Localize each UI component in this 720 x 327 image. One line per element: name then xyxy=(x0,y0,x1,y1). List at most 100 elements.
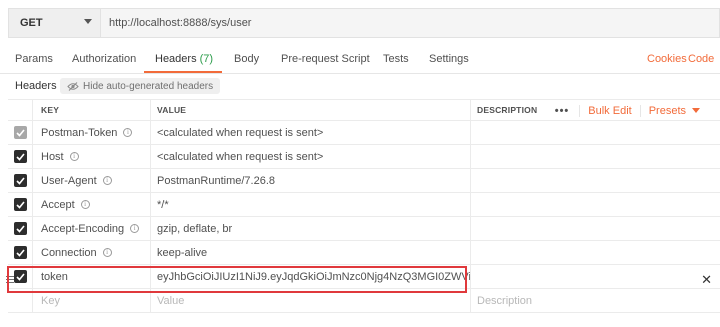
column-key: KEY xyxy=(32,100,150,120)
row-description-cell[interactable] xyxy=(470,265,720,288)
row-key-cell[interactable]: Postman-Token i xyxy=(32,121,150,144)
checkmark-icon xyxy=(15,272,25,281)
row-checkbox[interactable] xyxy=(13,222,27,235)
info-icon[interactable]: i xyxy=(130,224,140,233)
new-key-input[interactable]: Key xyxy=(32,289,150,312)
checkmark-icon xyxy=(15,224,25,233)
row-key-cell[interactable]: Accept i xyxy=(32,193,150,216)
presets-dropdown[interactable]: Presets xyxy=(639,105,708,117)
row-description-cell[interactable] xyxy=(470,193,720,216)
info-icon[interactable]: i xyxy=(80,200,90,209)
more-options-button[interactable]: ••• xyxy=(555,105,580,117)
row-description-cell[interactable] xyxy=(470,121,720,144)
tab-authorization[interactable]: Authorization xyxy=(72,53,136,65)
row-value-cell[interactable]: eyJhbGciOiJIUzI1NiJ9.eyJqdGkiOiJmNzc0Njg… xyxy=(150,265,470,288)
tab-headers[interactable]: Headers (7) xyxy=(155,53,213,65)
row-check-cell xyxy=(8,289,32,312)
table-row: User-Agent i PostmanRuntime/7.26.8 xyxy=(8,169,720,193)
table-row-new: Key Value Description xyxy=(8,289,720,313)
cookies-link[interactable]: Cookies xyxy=(647,53,687,65)
table-row: Host i <calculated when request is sent> xyxy=(8,145,720,169)
request-url-bar: GET http://localhost:8888/sys/user xyxy=(8,8,720,38)
row-check-cell xyxy=(8,121,32,144)
row-key-cell[interactable]: Accept-Encoding i xyxy=(32,217,150,240)
row-value: <calculated when request is sent> xyxy=(157,126,324,139)
code-link[interactable]: Code xyxy=(688,53,714,65)
row-key: Connection xyxy=(41,246,97,259)
bulk-edit-button[interactable]: Bulk Edit xyxy=(579,105,639,117)
tab-pre-request-script[interactable]: Pre-request Script xyxy=(281,53,370,65)
new-description-input[interactable]: Description xyxy=(470,289,720,312)
url-input[interactable]: http://localhost:8888/sys/user xyxy=(100,8,720,38)
row-value-cell[interactable]: keep-alive xyxy=(150,241,470,264)
column-value: VALUE xyxy=(150,100,470,120)
method-select[interactable]: GET xyxy=(8,8,100,38)
tab-settings[interactable]: Settings xyxy=(429,53,469,65)
info-icon[interactable]: i xyxy=(102,176,112,185)
row-description-cell[interactable] xyxy=(470,145,720,168)
checkmark-icon xyxy=(15,176,25,185)
drag-handle-icon[interactable] xyxy=(6,276,14,285)
info-icon[interactable]: i xyxy=(102,248,112,257)
row-description-cell[interactable] xyxy=(470,241,720,264)
url-text: http://localhost:8888/sys/user xyxy=(109,17,252,29)
row-checkbox[interactable] xyxy=(13,174,27,187)
row-value-cell[interactable]: <calculated when request is sent> xyxy=(150,121,470,144)
row-key-cell[interactable]: token xyxy=(32,265,150,288)
row-description-cell[interactable] xyxy=(470,217,720,240)
row-value: */* xyxy=(157,198,169,211)
row-key-cell[interactable]: Connection i xyxy=(32,241,150,264)
row-checkbox[interactable] xyxy=(13,198,27,211)
info-icon[interactable]: i xyxy=(123,128,133,137)
presets-label: Presets xyxy=(648,105,686,117)
row-key: User-Agent xyxy=(41,174,97,187)
new-value-input[interactable]: Value xyxy=(150,289,470,312)
row-description-cell[interactable] xyxy=(470,169,720,192)
row-value: PostmanRuntime/7.26.8 xyxy=(157,174,276,187)
hide-auto-headers-label: Hide auto-generated headers xyxy=(83,80,214,92)
table-actions: ••• Bulk Edit Presets xyxy=(555,100,708,122)
row-check-cell xyxy=(8,193,32,216)
row-check-cell xyxy=(8,169,32,192)
info-icon[interactable]: i xyxy=(69,152,79,161)
headers-section-label: Headers xyxy=(15,80,57,92)
eye-slash-icon xyxy=(67,81,79,91)
row-key-cell[interactable]: Host i xyxy=(32,145,150,168)
row-value-cell[interactable]: PostmanRuntime/7.26.8 xyxy=(150,169,470,192)
row-checkbox[interactable] xyxy=(13,126,27,139)
method-label: GET xyxy=(20,17,43,29)
tab-headers-count: (7) xyxy=(199,53,214,65)
hide-auto-headers-button[interactable]: Hide auto-generated headers xyxy=(60,78,221,94)
row-checkbox[interactable] xyxy=(13,246,27,259)
tab-headers-label: Headers xyxy=(155,53,197,65)
request-tabs: Params Authorization Headers (7) Body Pr… xyxy=(0,46,720,74)
row-key: Accept-Encoding xyxy=(41,222,125,235)
row-key: Host xyxy=(41,150,64,163)
tab-tests[interactable]: Tests xyxy=(383,53,409,65)
row-checkbox[interactable] xyxy=(13,150,27,163)
row-key-cell[interactable]: User-Agent i xyxy=(32,169,150,192)
chevron-down-icon xyxy=(692,108,700,113)
tab-body[interactable]: Body xyxy=(234,53,259,65)
row-value: eyJhbGciOiJIUzI1NiJ9.eyJqdGkiOiJmNzc0Njg… xyxy=(157,270,470,283)
row-check-cell xyxy=(8,145,32,168)
tab-params[interactable]: Params xyxy=(15,53,53,65)
checkmark-icon xyxy=(15,200,25,209)
row-value: <calculated when request is sent> xyxy=(157,150,324,163)
checkmark-icon xyxy=(15,248,25,257)
row-value-cell[interactable]: */* xyxy=(150,193,470,216)
row-checkbox[interactable] xyxy=(13,270,27,283)
chevron-down-icon xyxy=(84,19,92,24)
table-row: Accept-Encoding i gzip, deflate, br xyxy=(8,217,720,241)
table-row: Postman-Token i <calculated when request … xyxy=(8,121,720,145)
row-check-cell xyxy=(8,241,32,264)
table-row-token: token eyJhbGciOiJIUzI1NiJ9.eyJqdGkiOiJmN… xyxy=(8,265,720,289)
row-value-cell[interactable]: <calculated when request is sent> xyxy=(150,145,470,168)
row-key: token xyxy=(41,270,68,283)
close-icon[interactable]: ✕ xyxy=(701,272,712,288)
row-key: Postman-Token xyxy=(41,126,118,139)
checkmark-icon xyxy=(15,152,25,161)
row-value-cell[interactable]: gzip, deflate, br xyxy=(150,217,470,240)
row-check-cell xyxy=(8,217,32,240)
header-check-cell xyxy=(8,100,32,120)
